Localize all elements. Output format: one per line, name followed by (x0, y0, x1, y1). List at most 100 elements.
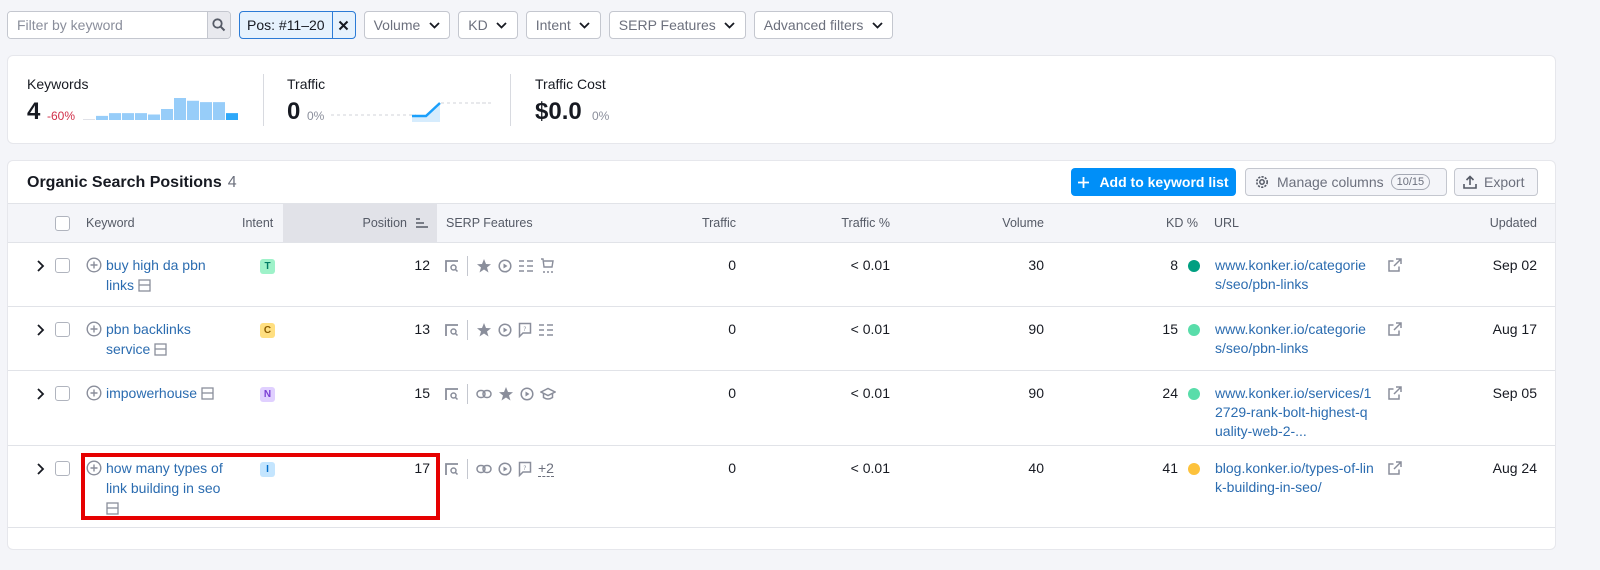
reviews-star-icon[interactable] (476, 322, 492, 338)
position-filter-chip[interactable]: Pos: #11–20 (239, 11, 356, 39)
sparkline-bar (135, 113, 147, 120)
keyword-link[interactable]: impowerhouse (106, 385, 197, 401)
table-count: 4 (227, 174, 237, 191)
kd-value: 8 (1170, 257, 1178, 273)
traffic-cost-metric[interactable]: Traffic Cost $0.0 0% (535, 56, 735, 145)
table-row: impowerhouse N 15 0 < 0.01 90 24 www.konker.io… (8, 371, 1555, 446)
advanced-filters-label: Advanced filters (763, 17, 864, 33)
external-link-icon[interactable] (1388, 258, 1402, 272)
expand-row-chevron-icon[interactable] (36, 388, 46, 400)
url-link[interactable]: www.konker.io/categories/seo/pbn-links (1215, 256, 1375, 294)
export-button[interactable]: Export (1454, 168, 1538, 196)
row-checkbox[interactable] (55, 461, 70, 476)
reviews-star-icon[interactable] (476, 258, 492, 274)
traffic-metric-value: 0 (287, 98, 301, 125)
sparkline-bar (109, 113, 121, 120)
serp-snapshot-icon[interactable] (201, 387, 214, 400)
shopping-cart-icon[interactable] (540, 258, 554, 274)
kd-value: 41 (1162, 460, 1178, 476)
education-icon[interactable] (540, 387, 556, 401)
expand-row-chevron-icon[interactable] (36, 324, 46, 336)
keywords-metric[interactable]: Keywords 4 -60% (27, 56, 257, 145)
list-icon[interactable] (518, 259, 534, 273)
serp-snippet-icon[interactable] (445, 387, 459, 401)
column-header-serp-features[interactable]: SERP Features (446, 204, 533, 242)
more-serp-features-link[interactable]: +2 (538, 461, 554, 477)
row-checkbox[interactable] (55, 322, 70, 337)
clear-position-filter-button[interactable] (333, 12, 355, 38)
serp-snippet-icon[interactable] (445, 259, 459, 273)
video-icon[interactable] (498, 462, 512, 476)
intent-badge[interactable]: T (260, 259, 275, 274)
serp-snapshot-icon[interactable] (154, 343, 167, 356)
column-header-updated[interactable]: Updated (1448, 204, 1537, 242)
add-keyword-plus-icon[interactable] (86, 257, 102, 273)
metric-divider (510, 74, 511, 126)
intent-filter-dropdown[interactable]: Intent (525, 11, 601, 39)
row-checkbox[interactable] (55, 386, 70, 401)
intent-badge[interactable]: N (260, 387, 275, 402)
external-link-icon[interactable] (1388, 386, 1402, 400)
sitelinks-icon[interactable] (476, 462, 492, 476)
intent-badge[interactable]: C (260, 323, 275, 338)
column-header-url[interactable]: URL (1214, 204, 1239, 242)
people-also-ask-icon[interactable]: ? (518, 461, 532, 477)
sitelinks-icon[interactable] (476, 387, 492, 401)
serp-divider (467, 320, 468, 340)
traffic-metric[interactable]: Traffic 0 0% (287, 56, 507, 145)
column-header-kd[interactable]: KD % (1108, 204, 1198, 242)
traffic-sparkline (331, 102, 491, 122)
keyword-cell: buy high da pbn links (106, 255, 231, 295)
people-also-ask-icon[interactable]: ? (518, 322, 532, 338)
url-link[interactable]: www.konker.io/categories/seo/pbn-links (1215, 320, 1375, 358)
video-icon[interactable] (498, 323, 512, 337)
keyword-cell: impowerhouse (106, 383, 231, 403)
serp-features-cell: ? +2 (445, 459, 554, 479)
serp-snippet-icon[interactable] (445, 462, 459, 476)
table-title-text: Organic Search Positions (27, 174, 222, 191)
search-button[interactable] (207, 12, 230, 38)
kd-filter-dropdown[interactable]: KD (458, 11, 518, 39)
serp-snapshot-icon[interactable] (138, 279, 151, 292)
reviews-star-icon[interactable] (498, 386, 514, 402)
url-link[interactable]: www.konker.io/services/12729-rank-bolt-h… (1215, 384, 1375, 441)
advanced-filters-dropdown[interactable]: Advanced filters (753, 11, 894, 39)
expand-row-chevron-icon[interactable] (36, 463, 46, 475)
serp-snippet-icon[interactable] (445, 323, 459, 337)
external-link-icon[interactable] (1388, 322, 1402, 336)
manage-columns-count: 10/15 (1390, 174, 1431, 190)
column-header-volume[interactable]: Volume (928, 204, 1044, 242)
search-icon (212, 18, 226, 32)
column-header-position[interactable]: Position (283, 204, 437, 242)
add-keyword-plus-icon[interactable] (86, 321, 102, 337)
list-icon[interactable] (538, 323, 554, 337)
row-checkbox[interactable] (55, 258, 70, 273)
keyword-filter-input[interactable] (8, 12, 207, 38)
volume-filter-label: Volume (373, 17, 421, 33)
select-all-checkbox[interactable] (55, 216, 70, 231)
traffic-percent-value: < 0.01 (850, 460, 890, 476)
volume-filter-dropdown[interactable]: Volume (363, 11, 451, 39)
video-icon[interactable] (520, 387, 534, 401)
manage-columns-button[interactable]: Manage columns 10/15 (1245, 168, 1447, 196)
external-link-icon[interactable] (1388, 461, 1402, 475)
column-header-intent[interactable]: Intent (242, 204, 273, 242)
video-icon[interactable] (498, 259, 512, 273)
chevron-down-icon (496, 19, 508, 31)
sparkline-bar (187, 100, 199, 120)
kd-difficulty-dot (1188, 463, 1200, 475)
metric-divider (263, 74, 264, 126)
kd-difficulty-dot (1188, 388, 1200, 400)
sort-descending-icon[interactable] (416, 218, 428, 228)
keyword-link[interactable]: pbn backlinks service (106, 321, 191, 357)
column-header-keyword[interactable]: Keyword (86, 204, 135, 242)
add-to-keyword-list-button[interactable]: Add to keyword list (1071, 168, 1236, 196)
column-header-traffic[interactable]: Traffic (608, 204, 736, 242)
keyword-link[interactable]: buy high da pbn links (106, 257, 206, 293)
keywords-metric-label: Keywords (27, 76, 89, 92)
column-header-traffic-percent[interactable]: Traffic % (768, 204, 890, 242)
add-keyword-plus-icon[interactable] (86, 385, 102, 401)
url-link[interactable]: blog.konker.io/types-of-link-building-in… (1215, 459, 1375, 497)
serp-features-filter-dropdown[interactable]: SERP Features (608, 11, 746, 39)
expand-row-chevron-icon[interactable] (36, 260, 46, 272)
